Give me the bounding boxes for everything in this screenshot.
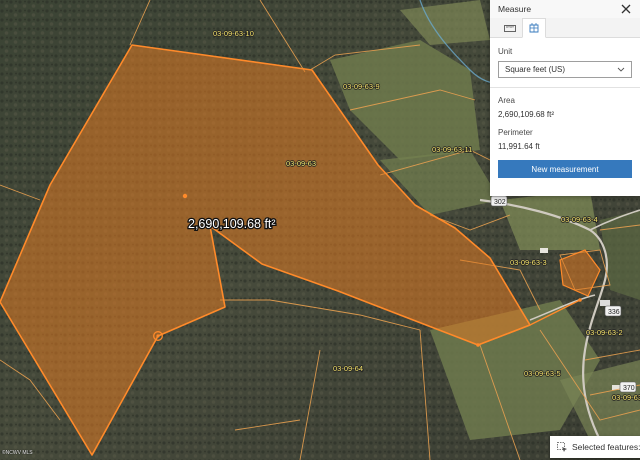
vertex-marker[interactable] [182,193,188,199]
map-attribution: ©NCWV MLS [2,450,33,456]
measure-panel: Measure Unit Square feet (US) Area 2,690… [490,0,640,196]
selected-features-label: Selected features: [572,442,640,452]
parcel-label: 03-09-63-5 [524,369,561,378]
road-shield-label: 370 [623,385,635,392]
measure-tool-tabs [490,18,640,38]
ruler-icon [504,24,516,32]
parcel-label: 03-09-63 [286,159,316,168]
perimeter-label: Perimeter [498,128,533,137]
panel-divider [490,87,640,88]
tab-distance[interactable] [498,18,522,38]
parcel-label: 03-09-64 [333,364,363,373]
parcel-label: 03-09-63-2 [586,328,623,337]
area-label: Area [498,96,515,105]
parcel-label: 03-09-63-9 [343,82,380,91]
panel-header: Measure [490,0,640,18]
perimeter-value: 11,991.64 ft [498,142,540,151]
area-measure-icon [529,23,539,33]
close-icon[interactable] [620,3,632,15]
unit-select[interactable]: Square feet (US) [498,61,632,78]
area-measurement-label: 2,690,109.68 ft² [188,217,276,231]
chevron-down-icon [617,67,625,72]
panel-title: Measure [498,4,532,14]
road-shield-label: 336 [608,309,620,316]
area-value: 2,690,109.68 ft² [498,110,555,119]
parcel-label: 03-09-63-11 [432,145,472,154]
parcel-label: 03-09-63-4 [561,215,598,224]
new-measurement-button[interactable]: New measurement [498,160,632,178]
selected-features-button[interactable]: Selected features: [550,436,640,458]
road-shield-label: 302 [494,199,506,206]
panel-body: Unit Square feet (US) Area 2,690,109.68 … [490,38,640,184]
unit-select-value: Square feet (US) [505,65,566,74]
select-features-icon [557,441,567,452]
parcel-label: 03-09-63-8 [612,393,640,402]
parcel-label: 03-09-63-10 [213,29,254,38]
tab-area[interactable] [522,18,546,38]
parcel-label: 03-09-63-3 [510,258,547,267]
unit-label: Unit [498,47,513,56]
